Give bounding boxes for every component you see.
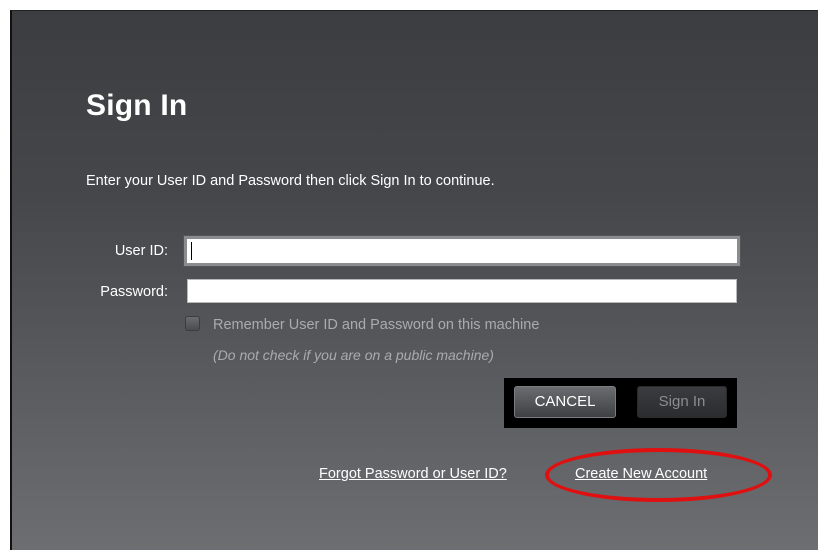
create-account-link[interactable]: Create New Account — [575, 466, 707, 482]
text-caret — [191, 242, 192, 260]
forgot-password-link[interactable]: Forgot Password or User ID? — [319, 466, 507, 482]
user-id-input[interactable] — [184, 236, 740, 266]
remember-checkbox[interactable] — [185, 316, 200, 331]
button-panel: CANCEL Sign In — [504, 378, 737, 428]
page: Sign In Enter your User ID and Password … — [0, 0, 818, 550]
password-label: Password: — [100, 284, 168, 300]
sign-in-dialog: Sign In Enter your User ID and Password … — [10, 10, 818, 550]
dialog-title: Sign In — [86, 89, 188, 122]
password-input[interactable] — [187, 279, 737, 303]
remember-hint: (Do not check if you are on a public mac… — [213, 347, 494, 363]
user-id-label: User ID: — [114, 243, 168, 259]
sign-in-button[interactable]: Sign In — [637, 386, 727, 418]
remember-label: Remember User ID and Password on this ma… — [213, 317, 540, 333]
cancel-button[interactable]: CANCEL — [514, 386, 616, 418]
instructions-text: Enter your User ID and Password then cli… — [86, 173, 495, 189]
